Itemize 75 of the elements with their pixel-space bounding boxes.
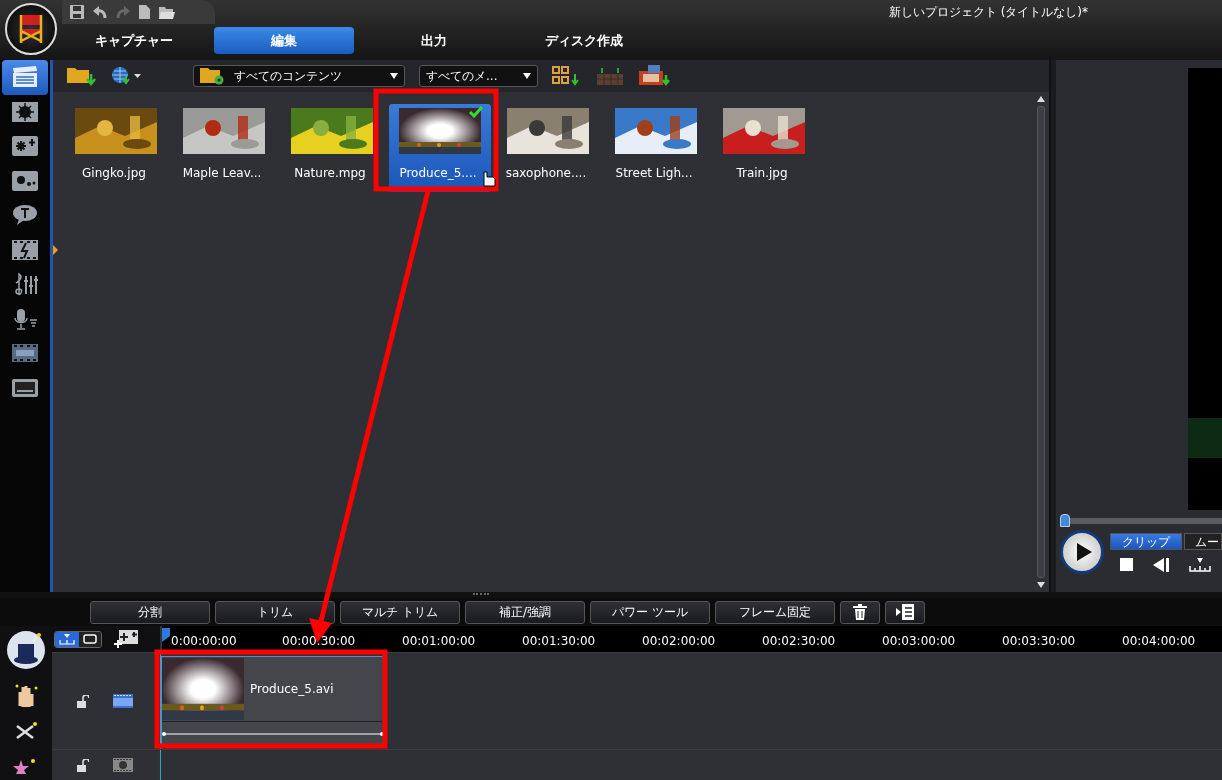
- title-bubble-icon: [12, 204, 38, 227]
- ruler-marker-icon[interactable]: [1189, 557, 1211, 572]
- timecode-label: 00:00:30:00: [282, 634, 356, 648]
- tab[interactable]: キャプチャー: [64, 27, 204, 54]
- timecode-label: 0:00:00:00: [171, 634, 237, 648]
- grid-view-icon[interactable]: [552, 66, 582, 86]
- media-item[interactable]: Gingko.jpg: [65, 104, 167, 192]
- timeline-view-icon: [59, 633, 75, 645]
- folder-gear-icon: [200, 67, 226, 85]
- tab[interactable]: 出力: [364, 27, 504, 54]
- asterisk-icon: [12, 136, 38, 157]
- expand-arrow-icon[interactable]: [53, 245, 58, 255]
- volume-line[interactable]: [162, 730, 384, 737]
- microphone-icon: [12, 307, 38, 330]
- splash-icon: [12, 170, 38, 191]
- play-button[interactable]: [1060, 530, 1104, 574]
- media-item[interactable]: Maple Leav...: [173, 104, 275, 192]
- film-bolt-icon: [12, 239, 38, 260]
- list-icon: [896, 604, 914, 620]
- video-clip[interactable]: Produce_5.avi: [161, 656, 385, 746]
- tab[interactable]: ディスク作成: [514, 27, 654, 54]
- media-type-dropdown[interactable]: すべてのメ...: [419, 65, 538, 87]
- window-title: 新しいプロジェクト (タイトルなし)*: [888, 3, 1089, 21]
- media-item[interactable]: Nature.mpg: [281, 104, 383, 192]
- add-effect-icon[interactable]: [114, 630, 138, 648]
- timecode-label: 00:01:00:00: [402, 634, 476, 648]
- delete-button[interactable]: [840, 600, 880, 624]
- globe-download-icon[interactable]: [111, 66, 141, 86]
- play-icon: [1076, 543, 1092, 561]
- mode-tab[interactable]: ムー: [1184, 532, 1222, 550]
- tool-button[interactable]: トリム: [215, 600, 335, 624]
- film-export-icon[interactable]: [638, 65, 672, 87]
- content-filter-dropdown[interactable]: すべてのコンテンツ: [193, 65, 405, 87]
- import-folder-icon[interactable]: [67, 66, 97, 86]
- clapperboard-icon: [12, 66, 38, 89]
- storyboard-icon[interactable]: [596, 66, 624, 86]
- unlock-icon[interactable]: [76, 758, 89, 772]
- pointer-hand-icon: [483, 171, 496, 187]
- mode-tab[interactable]: クリップ: [1110, 532, 1182, 550]
- tool-button[interactable]: 分割: [90, 600, 210, 624]
- timecode-label: 00:03:30:00: [1002, 634, 1076, 648]
- tool-button[interactable]: マルチ トリム: [340, 600, 460, 624]
- media-item[interactable]: saxophone....: [497, 104, 599, 192]
- media-item[interactable]: Street Ligh...: [605, 104, 707, 192]
- timecode-label: 00:01:30:00: [522, 634, 596, 648]
- save-icon[interactable]: [70, 5, 84, 19]
- clip-name: Produce_5.avi: [250, 682, 334, 696]
- tab[interactable]: 編集: [214, 27, 354, 54]
- timecode-label: 00:02:30:00: [762, 634, 836, 648]
- trash-icon: [853, 604, 867, 620]
- media-item[interactable]: Train.jpg: [713, 104, 815, 192]
- timecode-label: 00:02:00:00: [642, 634, 716, 648]
- new-file-icon[interactable]: [139, 5, 150, 19]
- storyboard-view-icon: [83, 633, 97, 644]
- view-mode-toggle[interactable]: [54, 630, 102, 648]
- unlock-icon[interactable]: [76, 694, 89, 708]
- film-burst-icon: [12, 101, 38, 122]
- film-strip-icon: [113, 694, 134, 708]
- tool-button[interactable]: 補正/強調: [465, 600, 585, 624]
- timecode-label: 00:03:00:00: [882, 634, 956, 648]
- undo-icon[interactable]: [93, 5, 107, 19]
- timecode-label: 00:04:00:00: [1122, 634, 1196, 648]
- director-chair-logo[interactable]: [5, 3, 57, 55]
- playhead-marker-icon[interactable]: [162, 628, 170, 642]
- tool-button[interactable]: パワー ツール: [590, 600, 710, 624]
- time-ruler[interactable]: 0:00:00:00 00:00:30:00 00:01:00:00 00:01:30:00 00:02:00:00 00:02:30:00 00:03:00:00 00:03:30:00 00:04:00:00: [162, 626, 1222, 652]
- subtitle-screen-icon: [12, 378, 38, 397]
- folder-icon[interactable]: [159, 5, 175, 19]
- previous-frame-icon[interactable]: [1153, 557, 1169, 572]
- tool-button[interactable]: フレーム固定: [715, 600, 835, 624]
- sidebar-item[interactable]: [2, 60, 48, 95]
- film-numbers-icon: [12, 344, 38, 363]
- magic-hat-icon[interactable]: [6, 630, 46, 670]
- film-burst-icon: [113, 758, 134, 772]
- music-mixer-icon: [12, 272, 38, 297]
